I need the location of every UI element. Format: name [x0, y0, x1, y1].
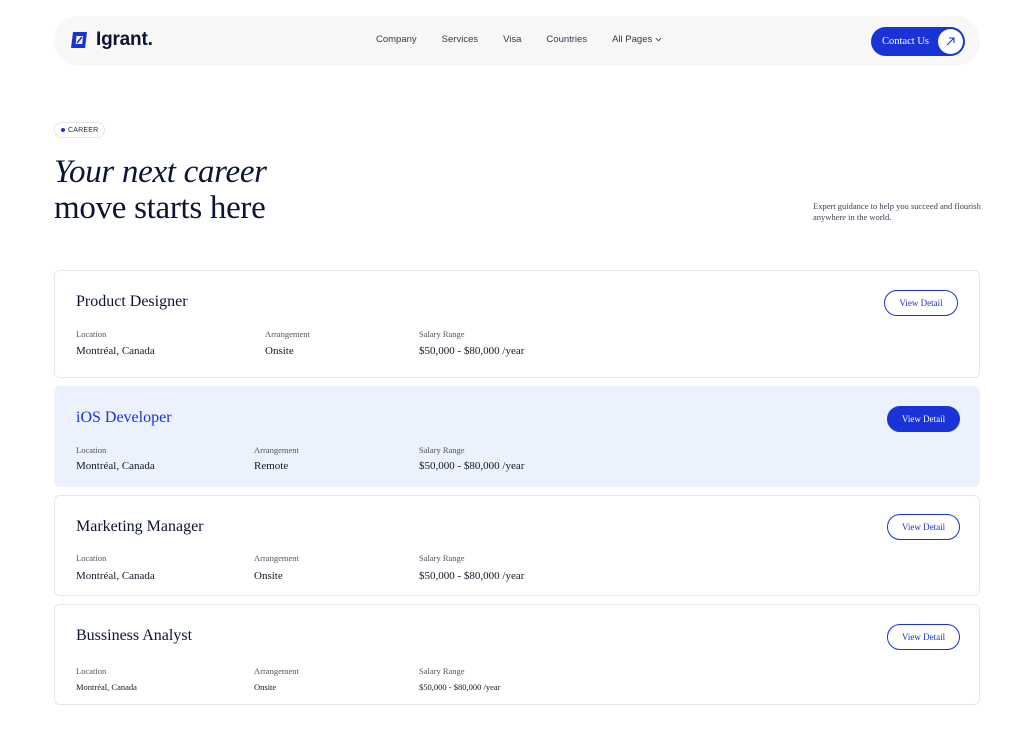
- nav-item-visa[interactable]: Visa: [503, 34, 521, 45]
- job-title[interactable]: Marketing Manager: [76, 518, 204, 536]
- salary-label: Salary Range: [419, 445, 465, 455]
- career-badge: CAREER: [54, 122, 106, 138]
- location-label: Location: [76, 553, 107, 563]
- job-card-business-analyst: Bussiness Analyst Location Montréal, Can…: [54, 604, 980, 705]
- nav-item-all-pages[interactable]: All Pages: [612, 34, 662, 45]
- location-label: Location: [76, 445, 107, 455]
- contact-us-button[interactable]: Contact Us: [871, 27, 965, 56]
- dot-icon: [61, 128, 65, 132]
- logo-text: Igrant.: [96, 29, 153, 50]
- view-detail-button[interactable]: View Detail: [884, 290, 958, 316]
- hero-subtitle: Expert guidance to help you succeed and …: [813, 201, 981, 222]
- job-title[interactable]: Product Designer: [76, 293, 188, 311]
- salary-value: $50,000 - $80,000 /year: [419, 460, 525, 472]
- arrangement-label: Arrangement: [265, 329, 310, 339]
- chevron-down-icon: [655, 37, 662, 42]
- hero-title-line2: move starts here: [54, 190, 266, 226]
- job-title[interactable]: Bussiness Analyst: [76, 627, 192, 645]
- location-value: Montréal, Canada: [76, 682, 137, 692]
- view-detail-button[interactable]: View Detail: [887, 406, 960, 432]
- arrangement-value: Onsite: [265, 345, 294, 357]
- nav-item-company[interactable]: Company: [376, 34, 417, 45]
- arrangement-value: Onsite: [254, 682, 277, 692]
- salary-value: $50,000 - $80,000 /year: [419, 682, 501, 692]
- salary-label: Salary Range: [419, 329, 465, 339]
- arrangement-label: Arrangement: [254, 445, 299, 455]
- location-value: Montréal, Canada: [76, 345, 155, 357]
- nav-item-label: Services: [441, 34, 479, 45]
- arrangement-label: Arrangement: [254, 666, 299, 676]
- nav-item-label: Countries: [546, 34, 588, 45]
- logo[interactable]: Igrant.: [68, 29, 153, 51]
- arrangement-value: Remote: [254, 460, 289, 472]
- contact-us-label: Contact Us: [882, 36, 929, 47]
- job-card-product-designer: Product Designer Location Montréal, Cana…: [54, 270, 980, 378]
- view-detail-button[interactable]: View Detail: [887, 624, 960, 650]
- job-card-marketing-manager: Marketing Manager Location Montréal, Can…: [54, 495, 980, 596]
- logo-icon: [71, 32, 87, 48]
- salary-label: Salary Range: [419, 553, 465, 563]
- badge-label: CAREER: [68, 126, 99, 134]
- location-label: Location: [76, 329, 107, 339]
- main-menu: Company Services Visa Countries All Page…: [376, 34, 662, 45]
- location-value: Montréal, Canada: [76, 570, 155, 582]
- salary-value: $50,000 - $80,000 /year: [419, 570, 525, 582]
- location-label: Location: [76, 666, 107, 676]
- nav-item-services[interactable]: Services: [442, 34, 478, 45]
- hero-title-line1: Your next career: [54, 154, 267, 190]
- arrangement-label: Arrangement: [254, 553, 299, 563]
- salary-label: Salary Range: [419, 666, 465, 676]
- arrangement-value: Onsite: [254, 570, 283, 582]
- job-card-ios-developer: iOS Developer Location Montréal, Canada …: [54, 386, 980, 487]
- job-title[interactable]: iOS Developer: [76, 409, 172, 427]
- nav-item-label: Visa: [503, 34, 522, 45]
- view-detail-button[interactable]: View Detail: [887, 514, 960, 540]
- navbar: Igrant. Company Services Visa Countries …: [54, 16, 980, 66]
- salary-value: $50,000 - $80,000 /year: [419, 345, 525, 357]
- nav-item-countries[interactable]: Countries: [546, 34, 587, 45]
- nav-item-label: All Pages: [612, 34, 653, 45]
- nav-item-label: Company: [376, 34, 417, 45]
- arrow-up-right-icon: [938, 29, 963, 54]
- location-value: Montréal, Canada: [76, 460, 155, 472]
